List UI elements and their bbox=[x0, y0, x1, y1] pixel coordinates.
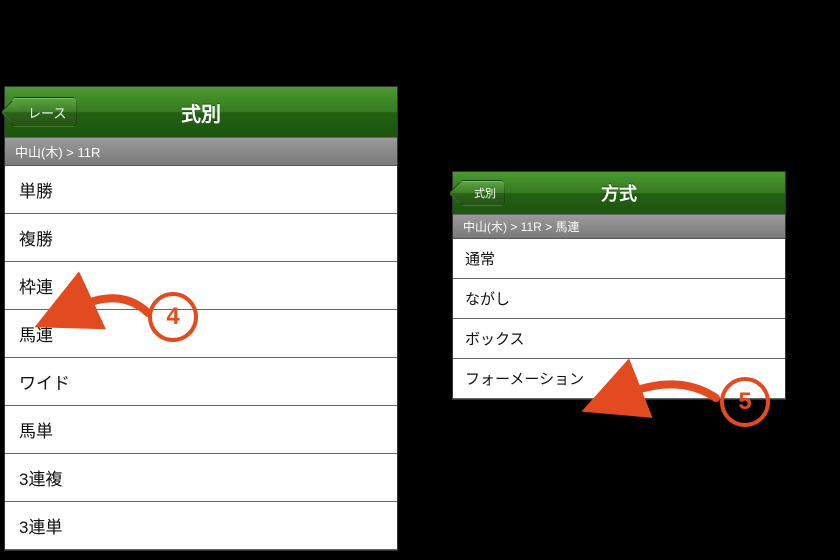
list-item-label: 通常 bbox=[465, 251, 495, 268]
list-item-umaren[interactable]: 馬連 bbox=[5, 310, 397, 358]
list-item-label: 馬単 bbox=[19, 422, 53, 441]
navbar-title: 方式 bbox=[601, 180, 637, 206]
arrow-icon bbox=[66, 283, 156, 327]
list-item-label: 3連単 bbox=[19, 518, 62, 537]
list-item[interactable]: 通常 bbox=[453, 239, 785, 279]
bet-type-panel: レース 式別 中山(木) > 11R 単勝 複勝 枠連 馬連 ワイド 馬単 3連… bbox=[4, 86, 398, 551]
list-item[interactable]: 複勝 bbox=[5, 214, 397, 262]
annotation-step-5: 5 bbox=[720, 377, 770, 427]
list-item-label: ながし bbox=[465, 291, 510, 308]
back-button-label: 式別 bbox=[474, 185, 496, 201]
breadcrumb: 中山(木) > 11R > 馬連 bbox=[453, 214, 785, 239]
list-item[interactable]: 3連複 bbox=[5, 454, 397, 502]
navbar-bet-type: レース 式別 bbox=[5, 87, 397, 137]
arrow-icon bbox=[614, 368, 724, 412]
navbar-method: 式別 方式 bbox=[453, 172, 785, 214]
stage: レース 式別 中山(木) > 11R 単勝 複勝 枠連 馬連 ワイド 馬単 3連… bbox=[0, 0, 840, 560]
annotation-number: 5 bbox=[738, 388, 751, 416]
list-item-label: ワイド bbox=[19, 374, 70, 393]
list-item[interactable]: ボックス bbox=[453, 319, 785, 359]
method-panel: 式別 方式 中山(木) > 11R > 馬連 通常 ながし ボックス フォーメー… bbox=[452, 171, 786, 400]
list-item[interactable]: ワイド bbox=[5, 358, 397, 406]
back-button-bet-type[interactable]: 式別 bbox=[459, 180, 505, 206]
back-button-label: レース bbox=[28, 103, 66, 122]
navbar-title: 式別 bbox=[181, 98, 221, 127]
list-item-label: ボックス bbox=[465, 331, 525, 348]
list-item[interactable]: 単勝 bbox=[5, 166, 397, 214]
list-item[interactable]: ながし bbox=[453, 279, 785, 319]
list-item[interactable]: 枠連 bbox=[5, 262, 397, 310]
list-item-label: 単勝 bbox=[19, 182, 53, 201]
list-item[interactable]: 馬単 bbox=[5, 406, 397, 454]
list-item-label: 複勝 bbox=[19, 230, 53, 249]
annotation-number: 4 bbox=[166, 303, 179, 331]
back-button-race[interactable]: レース bbox=[11, 97, 77, 127]
breadcrumb: 中山(木) > 11R bbox=[5, 137, 397, 166]
list-item-label: フォーメーション bbox=[465, 371, 584, 388]
list-item[interactable]: 3連単 bbox=[5, 502, 397, 550]
bet-type-list: 単勝 複勝 枠連 馬連 ワイド 馬単 3連複 3連単 bbox=[5, 166, 397, 550]
list-item-label: 枠連 bbox=[19, 278, 53, 297]
list-item-label: 3連複 bbox=[19, 470, 62, 489]
list-item-label: 馬連 bbox=[19, 326, 53, 345]
annotation-step-4: 4 bbox=[148, 292, 198, 342]
